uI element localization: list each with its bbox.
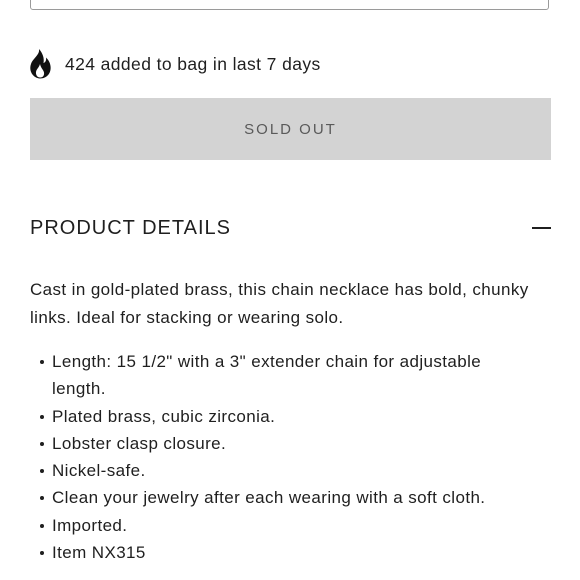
product-page: 424 added to bag in last 7 days SOLD OUT… [0, 0, 580, 580]
list-item: Length: 15 1/2" with a 3" extender chain… [30, 348, 540, 403]
list-item: Plated brass, cubic zirconia. [30, 403, 540, 430]
list-item-text: Plated brass, cubic zirconia. [52, 406, 276, 426]
list-item: Item NX315 [30, 539, 540, 566]
bullet-icon [40, 441, 44, 446]
list-item: Lobster clasp closure. [30, 430, 540, 457]
list-item-text: Imported. [52, 515, 128, 535]
product-details-list: Length: 15 1/2" with a 3" extender chain… [30, 348, 540, 566]
bullet-icon [40, 551, 44, 556]
list-item-text: Lobster clasp closure. [52, 433, 227, 453]
list-item: Nickel-safe. [30, 457, 540, 484]
product-description: Cast in gold-plated brass, this chain ne… [30, 280, 529, 327]
product-details-title: PRODUCT DETAILS [30, 216, 231, 239]
product-details-toggle[interactable]: PRODUCT DETAILS [30, 208, 551, 248]
bullet-icon [40, 360, 44, 364]
list-item-text: Item NX315 [52, 543, 146, 563]
bullet-icon [40, 523, 44, 528]
minus-icon [532, 227, 551, 229]
bullet-icon [40, 414, 44, 419]
list-item-text: Nickel-safe. [52, 461, 146, 481]
bullet-icon [40, 469, 44, 474]
option-select[interactable] [30, 0, 549, 10]
list-item-text: Clean your jewelry after each wearing wi… [52, 488, 486, 508]
sold-out-button[interactable]: SOLD OUT [30, 98, 551, 160]
list-item-text: Length: 15 1/2" with a 3" extender chain… [52, 352, 482, 399]
fire-icon [30, 49, 51, 79]
popularity-row: 424 added to bag in last 7 days [28, 46, 321, 82]
bullet-icon [40, 496, 44, 501]
list-item: Imported. [30, 512, 540, 539]
popularity-text: 424 added to bag in last 7 days [65, 53, 321, 74]
list-item: Clean your jewelry after each wearing wi… [30, 484, 540, 511]
